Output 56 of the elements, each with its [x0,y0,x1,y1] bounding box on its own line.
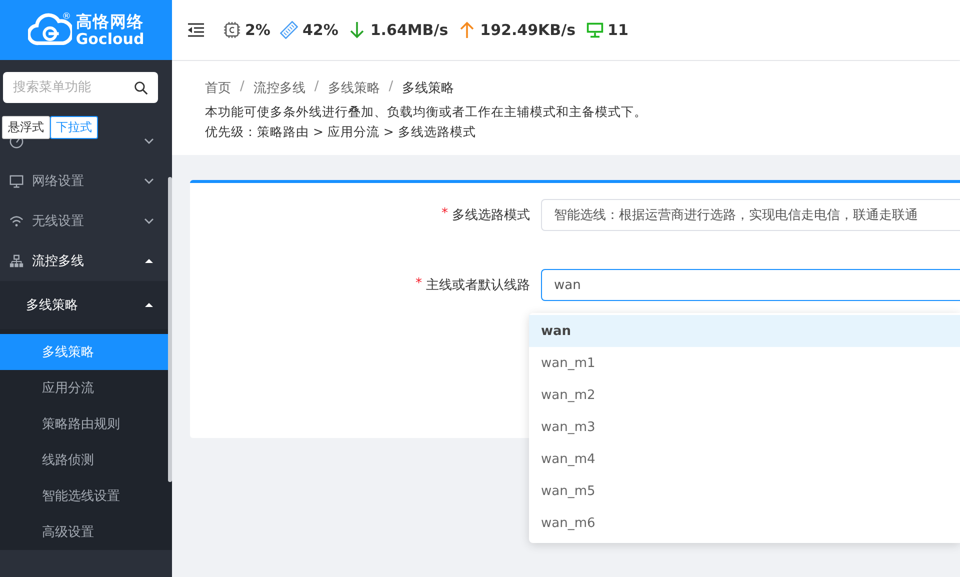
dropdown-option[interactable]: wan_m5 [529,475,960,507]
menu-link[interactable]: 策略路由规则 [0,406,172,442]
chip-icon [223,21,241,39]
menu-item[interactable]: 无线设置 [0,201,172,241]
breadcrumb-link[interactable]: 多线策略 [328,79,380,97]
arrow-up-icon [458,21,476,39]
memory-icon [280,21,298,39]
arrow-down-icon [348,21,366,39]
menu-link[interactable]: 高级设置 [0,514,172,550]
stat-value: 192.49KB/s [480,21,576,39]
collapse-menu-icon[interactable] [187,23,205,37]
network-icon [9,254,24,268]
dropdown-option[interactable]: wan_m2 [529,379,960,411]
scrollbar[interactable] [168,177,172,482]
monitor-icon [9,174,24,188]
required-asterisk: * [442,206,448,223]
chevron-up-icon [144,302,154,308]
description-text: 优先级：策略路由 > 应用分流 > 多线选路模式 [205,123,477,141]
stat-value: 1.64MB/s [370,21,448,39]
select-field[interactable]: 智能选线：根据运营商进行选路，实现电信走电信，联通走联通 [541,199,960,231]
stat-value: 11 [608,21,628,39]
brand-name: 高恪网络 [76,14,144,30]
breadcrumb-separator: / [240,79,244,96]
stat-value: 2% [245,21,270,39]
search-icon[interactable] [134,81,148,95]
cloud-logo-icon [28,13,72,47]
chevron-up-icon [144,258,154,264]
mode-tab[interactable]: 下拉式 [50,116,98,139]
required-asterisk: * [416,276,422,293]
chevron-down-icon [144,178,154,184]
menu-link[interactable]: 智能选线设置 [0,478,172,514]
monitor-icon [586,21,604,39]
mode-tab[interactable]: 悬浮式 [2,116,50,139]
dropdown-option[interactable]: wan_m3 [529,411,960,443]
wifi-icon [9,214,24,228]
dropdown-option[interactable]: wan [529,315,960,347]
dropdown-option[interactable]: wan_m4 [529,443,960,475]
registered-mark: ® [62,12,71,22]
menu-link[interactable]: 应用分流 [0,370,172,406]
menu-item[interactable]: 网络设置 [0,161,172,201]
field-label: 多线选路模式 [452,207,530,224]
brand-subtitle: Gocloud [76,32,144,46]
description-text: 本功能可使多条外线进行叠加、负载均衡或者工作在主辅模式和主备模式下。 [205,103,648,121]
breadcrumb-separator: / [314,79,319,96]
menu-item[interactable]: 流控多线 [0,241,172,281]
chevron-down-icon [144,218,154,224]
breadcrumb-link[interactable]: 流控多线 [253,79,306,97]
search-field[interactable]: 搜索菜单功能 [3,72,158,103]
stat-value: 42% [302,21,338,39]
breadcrumb-link[interactable]: 首页 [205,79,231,97]
breadcrumb-separator: / [388,79,394,96]
menu-link[interactable]: 线路侦测 [0,442,172,478]
dropdown-option[interactable]: wan_m1 [529,347,960,379]
dropdown-option[interactable]: wan_m6 [529,507,960,539]
select-field[interactable]: wan [541,269,960,301]
field-label: 主线或者默认线路 [426,277,530,294]
